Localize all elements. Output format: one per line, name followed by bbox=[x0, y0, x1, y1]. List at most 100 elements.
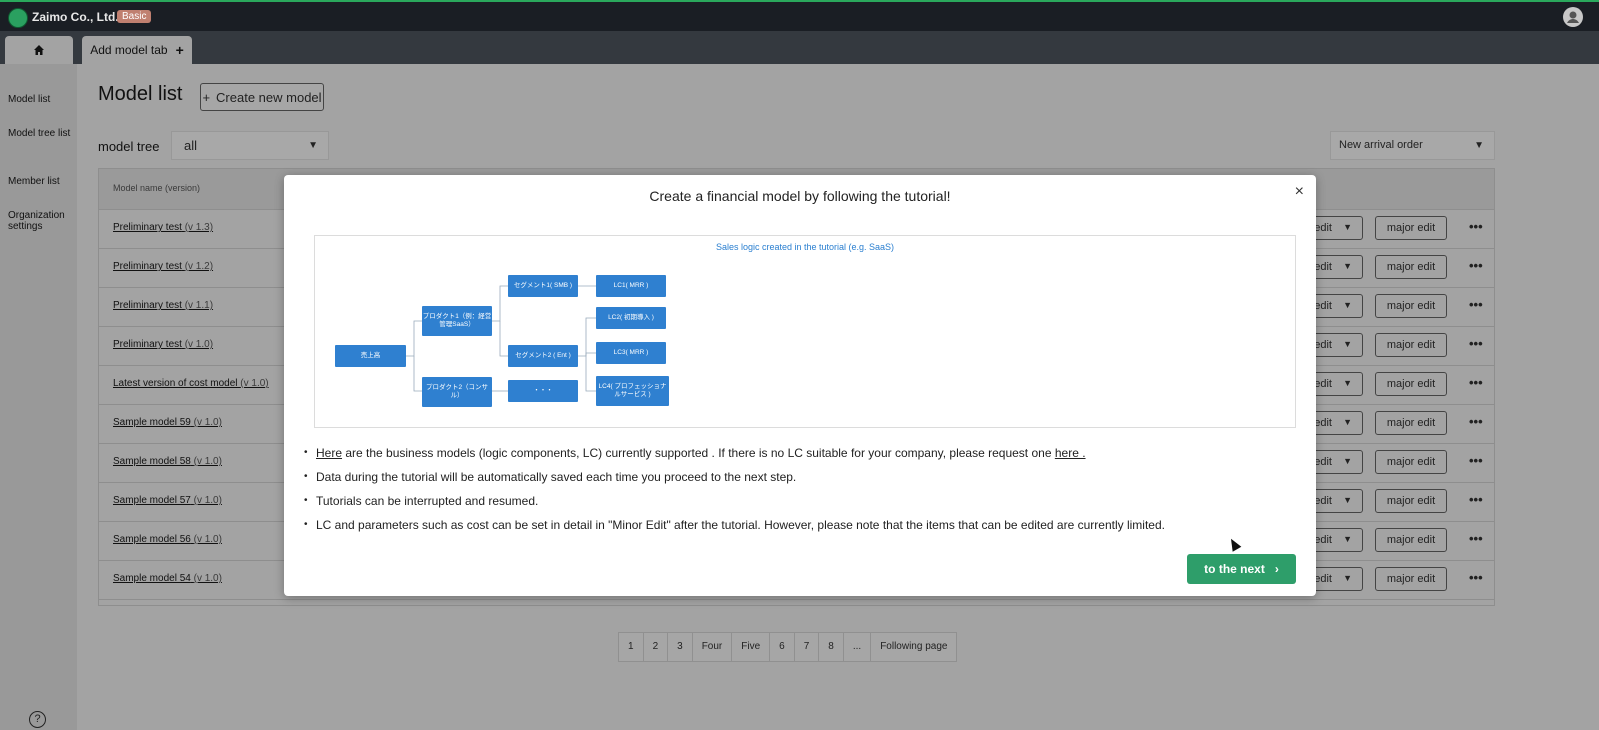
model-name-link[interactable]: Latest version of cost model (v 1.0) bbox=[113, 378, 269, 389]
sort-order-select[interactable]: New arrival order ▼ bbox=[1330, 131, 1495, 160]
chevron-down-icon: ▼ bbox=[1343, 339, 1352, 349]
chevron-down-icon: ▼ bbox=[1343, 261, 1352, 271]
diagram-node-lc1: LC1( MRR ) bbox=[596, 275, 666, 297]
model-name-link[interactable]: Sample model 54 (v 1.0) bbox=[113, 573, 222, 584]
chevron-down-icon: ▼ bbox=[1474, 140, 1484, 151]
filter-label: model tree bbox=[98, 139, 160, 154]
pagination-item[interactable]: 7 bbox=[795, 633, 820, 661]
top-bar: Zaimo Co., Ltd. Basic bbox=[0, 0, 1599, 31]
sidebar-item-member-list[interactable]: Member list bbox=[8, 176, 72, 187]
diagram-node-revenue: 売上高 bbox=[335, 345, 406, 367]
pagination-item[interactable]: Following page bbox=[871, 633, 956, 661]
major-edit-button[interactable]: major edit bbox=[1375, 216, 1447, 240]
model-name-link[interactable]: Sample model 58 (v 1.0) bbox=[113, 456, 222, 467]
company-logo bbox=[8, 8, 28, 28]
major-edit-button[interactable]: major edit bbox=[1375, 411, 1447, 435]
plus-icon: + bbox=[202, 89, 211, 105]
chevron-down-icon: ▼ bbox=[308, 140, 318, 151]
major-edit-button[interactable]: major edit bbox=[1375, 372, 1447, 396]
more-options-icon[interactable]: ••• bbox=[1469, 375, 1483, 390]
next-button-label: to the next bbox=[1204, 562, 1265, 576]
more-options-icon[interactable]: ••• bbox=[1469, 219, 1483, 234]
major-edit-button[interactable]: major edit bbox=[1375, 567, 1447, 591]
more-options-icon[interactable]: ••• bbox=[1469, 453, 1483, 468]
pagination: 1 2 3 Four Five 6 7 8... Following page bbox=[618, 632, 958, 662]
sidebar bbox=[0, 64, 77, 730]
chevron-down-icon: ▼ bbox=[1343, 534, 1352, 544]
pagination-item[interactable]: 3 bbox=[668, 633, 693, 661]
home-icon bbox=[34, 45, 44, 55]
pagination-item[interactable]: Four bbox=[693, 633, 733, 661]
model-tree-select-value: all bbox=[184, 138, 198, 153]
note-supported-lc: Here are the business models (logic comp… bbox=[304, 445, 1304, 469]
tab-add-model-label: Add model tab bbox=[90, 43, 168, 57]
more-options-icon[interactable]: ••• bbox=[1469, 492, 1483, 507]
plan-badge: Basic bbox=[117, 10, 152, 23]
create-new-model-button[interactable]: + Create new model bbox=[200, 83, 324, 111]
diagram-node-segment-2: セグメント2 ( Ent ) bbox=[508, 345, 578, 367]
sales-logic-diagram: Sales logic created in the tutorial (e.g… bbox=[314, 235, 1296, 428]
note-resume: Tutorials can be interrupted and resumed… bbox=[304, 493, 1304, 517]
request-lc-link[interactable]: here . bbox=[1055, 446, 1086, 460]
model-name-link[interactable]: Preliminary test (v 1.1) bbox=[113, 300, 213, 311]
major-edit-button[interactable]: major edit bbox=[1375, 489, 1447, 513]
note-autosave: Data during the tutorial will be automat… bbox=[304, 469, 1304, 493]
model-name-link[interactable]: Sample model 59 (v 1.0) bbox=[113, 417, 222, 428]
note-minor-edit: LC and parameters such as cost can be se… bbox=[304, 517, 1304, 541]
page-title: Model list bbox=[98, 83, 183, 105]
supported-lc-link[interactable]: Here bbox=[316, 446, 342, 460]
user-avatar-icon[interactable] bbox=[1563, 7, 1583, 27]
sidebar-item-model-tree-list[interactable]: Model tree list bbox=[8, 128, 72, 139]
sidebar-item-organization-settings[interactable]: Organization settings bbox=[8, 210, 72, 232]
more-options-icon[interactable]: ••• bbox=[1469, 297, 1483, 312]
modal-title: Create a financial model by following th… bbox=[649, 188, 951, 204]
company-name: Zaimo Co., Ltd. bbox=[32, 10, 119, 24]
chevron-down-icon: ▼ bbox=[1343, 300, 1352, 310]
chevron-down-icon: ▼ bbox=[1343, 573, 1352, 583]
major-edit-button[interactable]: major edit bbox=[1375, 294, 1447, 318]
chevron-down-icon: ▼ bbox=[1343, 417, 1352, 427]
column-header-name: Model name (version) bbox=[113, 183, 201, 193]
tutorial-modal: Create a financial model by following th… bbox=[284, 175, 1316, 596]
model-name-link[interactable]: Sample model 57 (v 1.0) bbox=[113, 495, 222, 506]
diagram-node-lc4: LC4( プロフェッショナルサービス ) bbox=[596, 376, 669, 406]
model-name-link[interactable]: Sample model 56 (v 1.0) bbox=[113, 534, 222, 545]
pagination-item[interactable]: 2 bbox=[644, 633, 669, 661]
pagination-item[interactable]: Five bbox=[732, 633, 771, 661]
help-icon[interactable]: ? bbox=[29, 711, 46, 728]
model-tree-select[interactable]: all ▼ bbox=[171, 131, 329, 160]
tab-bar bbox=[0, 31, 1599, 64]
diagram-node-lc2: LC2( 初期導入 ) bbox=[596, 307, 666, 329]
to-the-next-button[interactable]: to the next › bbox=[1187, 554, 1296, 584]
pagination-ellipsis: ... bbox=[844, 633, 872, 661]
chevron-down-icon: ▼ bbox=[1343, 378, 1352, 388]
more-options-icon[interactable]: ••• bbox=[1469, 258, 1483, 273]
diagram-node-product-1: プロダクト1（例：経営管理SaaS） bbox=[422, 306, 492, 336]
model-name-link[interactable]: Preliminary test (v 1.0) bbox=[113, 339, 213, 350]
close-icon[interactable]: × bbox=[1295, 183, 1304, 201]
major-edit-button[interactable]: major edit bbox=[1375, 255, 1447, 279]
more-options-icon[interactable]: ••• bbox=[1469, 531, 1483, 546]
sort-order-value: New arrival order bbox=[1339, 139, 1423, 151]
model-name-link[interactable]: Preliminary test (v 1.3) bbox=[113, 222, 213, 233]
more-options-icon[interactable]: ••• bbox=[1469, 336, 1483, 351]
tutorial-notes: Here are the business models (logic comp… bbox=[304, 445, 1304, 541]
model-name-link[interactable]: Preliminary test (v 1.2) bbox=[113, 261, 213, 272]
sidebar-item-model-list[interactable]: Model list bbox=[8, 94, 72, 105]
diagram-node-segment-1: セグメント1( SMB ) bbox=[508, 275, 578, 297]
diagram-node-lc3: LC3( MRR ) bbox=[596, 342, 666, 364]
major-edit-button[interactable]: major edit bbox=[1375, 333, 1447, 357]
plus-icon: + bbox=[175, 42, 184, 58]
major-edit-button[interactable]: major edit bbox=[1375, 450, 1447, 474]
create-new-model-label: Create new model bbox=[216, 89, 322, 105]
pagination-item[interactable]: 8 bbox=[819, 633, 844, 661]
major-edit-button[interactable]: major edit bbox=[1375, 528, 1447, 552]
diagram-node-ellipsis: ・・・ bbox=[508, 380, 578, 402]
chevron-right-icon: › bbox=[1274, 562, 1279, 576]
more-options-icon[interactable]: ••• bbox=[1469, 414, 1483, 429]
pagination-item[interactable]: 1 bbox=[619, 633, 644, 661]
tab-add-model[interactable]: Add model tab + bbox=[82, 36, 192, 64]
more-options-icon[interactable]: ••• bbox=[1469, 570, 1483, 585]
pagination-item[interactable]: 6 bbox=[770, 633, 795, 661]
tab-home[interactable] bbox=[5, 36, 73, 64]
